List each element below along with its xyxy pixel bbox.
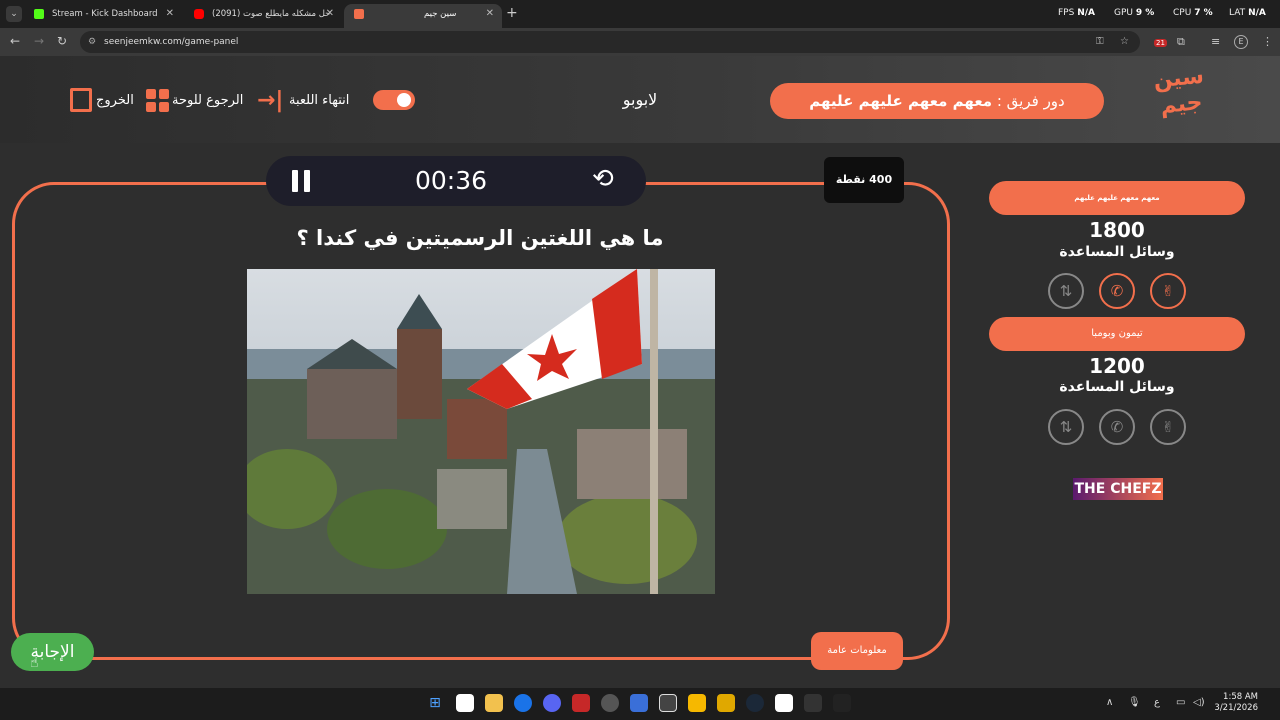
close-icon[interactable]: ✕ <box>166 4 174 24</box>
profile-avatar[interactable]: E <box>1234 35 1248 49</box>
question-points: 400 نقطة <box>824 157 904 203</box>
turn-prefix: دور فريق : <box>992 92 1065 110</box>
exit-label[interactable]: الخروج <box>96 88 134 114</box>
phone-a-friend-icon[interactable]: ✆ <box>1099 273 1135 309</box>
team-name-pill: معهم معهم عليهم عليهم <box>989 181 1245 215</box>
forward-arrow-icon[interactable]: → <box>34 34 44 48</box>
app-icon[interactable] <box>833 694 851 712</box>
pause-icon[interactable] <box>290 170 312 192</box>
tab-seen-jeem[interactable]: سين جيم ✕ <box>344 4 502 28</box>
microphone-icon[interactable]: 🎙 <box>1128 697 1141 708</box>
tab-kick-dashboard[interactable]: Stream - Kick Dashboard ✕ <box>24 4 182 28</box>
youtube-icon <box>194 9 204 19</box>
back-arrow-bar-icon[interactable]: →| <box>257 88 283 113</box>
extension-badge-icon[interactable]: 21 <box>1154 35 1167 48</box>
show-answer-button[interactable]: الإجابة <box>11 633 94 671</box>
mouse-pointer-icon: ☝ <box>30 655 39 671</box>
browser-tab-bar: ⌄ Stream - Kick Dashboard ✕ (2091) حل مش… <box>0 0 1280 28</box>
site-info-icon[interactable]: ⚙ <box>88 31 96 53</box>
team-score: 1200 <box>1089 354 1145 378</box>
app-icon[interactable] <box>572 694 590 712</box>
back-arrow-icon[interactable]: ← <box>10 34 20 48</box>
helpers-label: وسائل المساعدة <box>1059 379 1175 395</box>
cpu-readout: CPU 7 % <box>1173 8 1213 18</box>
question-image <box>247 269 715 594</box>
team-score: 1800 <box>1089 218 1145 242</box>
countdown-timer: 00:36 <box>414 166 488 195</box>
steam-icon[interactable] <box>746 694 764 712</box>
team-name-pill: تيمون وبومبا <box>989 317 1245 351</box>
turn-team-name: معهم معهم عليهم عليهم <box>809 92 993 110</box>
swap-question-icon[interactable]: ⇅ <box>1048 409 1084 445</box>
reload-icon[interactable]: ↻ <box>57 34 67 48</box>
swap-question-icon[interactable]: ⇅ <box>1048 273 1084 309</box>
address-bar[interactable]: ⚙ seenjeemkw.com/game-panel ⚿ ☆ <box>80 31 1140 53</box>
reset-timer-icon[interactable]: ⟲ <box>592 164 614 194</box>
app-icon[interactable] <box>717 694 735 712</box>
rockstar-icon[interactable] <box>688 694 706 712</box>
app-icon[interactable] <box>804 694 822 712</box>
game-title: لابوبو <box>622 90 658 109</box>
tab-title: Stream - Kick Dashboard <box>52 9 158 19</box>
volume-icon[interactable]: ◁) <box>1193 697 1205 708</box>
menu-dots-icon[interactable]: ⋮ <box>1262 35 1273 48</box>
latency-readout: LAT N/A <box>1229 8 1266 18</box>
exit-door-icon[interactable] <box>70 88 92 112</box>
file-explorer-icon[interactable] <box>485 694 503 712</box>
bookmark-star-icon[interactable]: ☆ <box>1120 31 1129 53</box>
board-grid-icon[interactable] <box>146 89 170 113</box>
browser-toolbar: ← → ↻ ⚙ seenjeemkw.com/game-panel ⚿ ☆ 21… <box>0 28 1280 56</box>
password-key-icon[interactable]: ⚿ <box>1096 31 1104 53</box>
app-icon[interactable] <box>775 694 793 712</box>
windows-taskbar: ⊞ ∧ 🎙 ع ▭ ◁) 1:58 AM 3/21/2026 <box>0 688 1280 720</box>
current-turn-banner: دور فريق : معهم معهم عليهم عليهم <box>770 83 1104 119</box>
category-badge: معلومات عامة <box>811 632 903 670</box>
tab-search-chevron-icon[interactable]: ⌄ <box>6 6 22 22</box>
chrome-icon[interactable] <box>514 694 532 712</box>
tab-title: (2091) حل مشكله مايطلع صوت <box>212 9 331 19</box>
end-game-toggle[interactable] <box>373 90 415 110</box>
system-clock[interactable]: 1:58 AM 3/21/2026 <box>1208 692 1258 714</box>
app-icon[interactable] <box>630 694 648 712</box>
seen-jeem-logo-icon <box>354 9 364 19</box>
close-icon[interactable]: ✕ <box>486 4 494 24</box>
double-answer-hand-icon[interactable]: ✌ <box>1150 409 1186 445</box>
end-game-label[interactable]: انتهاء اللعبة <box>289 88 349 114</box>
reading-list-icon[interactable]: ≡ <box>1211 35 1220 48</box>
helpers-label: وسائل المساعدة <box>1059 244 1175 260</box>
phone-a-friend-icon[interactable]: ✆ <box>1099 409 1135 445</box>
sponsor-logo: THE CHEFZ <box>1073 478 1163 500</box>
discord-icon[interactable] <box>543 694 561 712</box>
close-icon[interactable]: ✕ <box>326 4 334 24</box>
clock-date: 3/21/2026 <box>1214 703 1258 713</box>
tab-title: سين جيم <box>424 9 457 19</box>
back-to-board-label[interactable]: الرجوع للوحة <box>172 88 243 114</box>
double-answer-hand-icon[interactable]: ✌ <box>1150 273 1186 309</box>
url-text: seenjeemkw.com/game-panel <box>104 37 239 47</box>
extensions-puzzle-icon[interactable]: ⧉ <box>1177 35 1185 49</box>
tray-chevron-icon[interactable]: ∧ <box>1106 697 1113 708</box>
gpu-readout: GPU 9 % <box>1114 8 1155 18</box>
kick-icon <box>34 9 44 19</box>
seen-jeem-logo: سين جيم <box>1152 63 1206 120</box>
new-tab-button[interactable]: + <box>506 5 518 21</box>
clock-time: 1:58 AM <box>1223 692 1258 702</box>
windows-start-icon[interactable]: ⊞ <box>426 694 444 712</box>
obs-icon[interactable] <box>601 694 619 712</box>
input-language[interactable]: ع <box>1154 697 1160 708</box>
tab-youtube[interactable]: (2091) حل مشكله مايطلع صوت ✕ <box>184 4 342 28</box>
app-icon[interactable] <box>659 694 677 712</box>
network-icon[interactable]: ▭ <box>1176 697 1185 708</box>
question-text: ما هي اللغتين الرسميتين في كندا ؟ <box>296 226 664 250</box>
fps-readout: FPS N/A <box>1058 8 1095 18</box>
app-icon[interactable] <box>456 694 474 712</box>
